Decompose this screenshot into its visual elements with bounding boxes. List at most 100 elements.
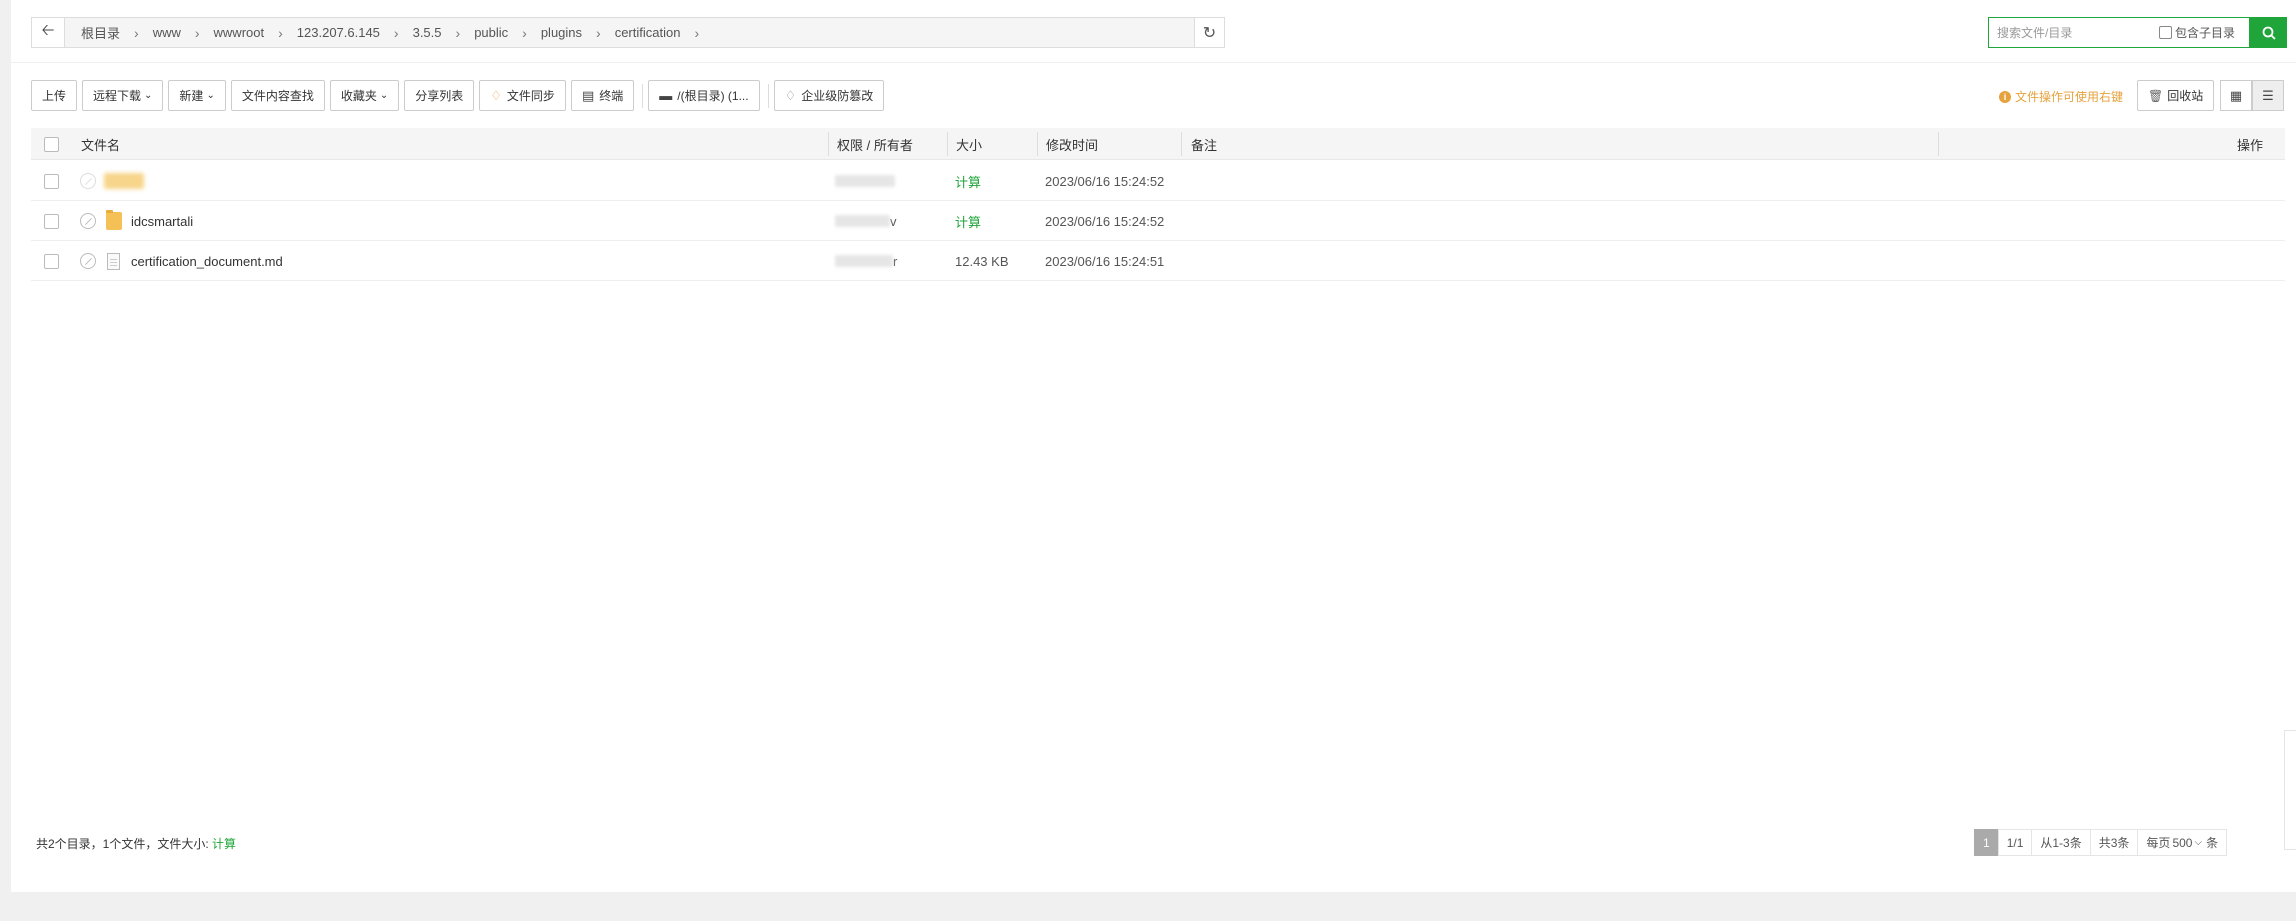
refresh-button[interactable]: ↻ [1194, 18, 1224, 47]
breadcrumb-label[interactable]: plugins [537, 25, 586, 40]
breadcrumb-item[interactable]: wwwroot › [210, 25, 293, 41]
breadcrumb-label[interactable]: certification [611, 25, 685, 40]
size-calc-link[interactable]: 计算 [955, 212, 981, 231]
page-current[interactable]: 1 [1974, 829, 1998, 856]
col-name[interactable]: 文件名 [81, 128, 120, 160]
breadcrumb-label[interactable]: wwwroot [210, 25, 269, 40]
disk-label: /(根目录) (1... [677, 89, 749, 103]
select-all-cell [44, 128, 59, 160]
search-button[interactable] [2250, 17, 2287, 48]
calc-total-link[interactable]: 计算 [212, 837, 236, 851]
share-list-button[interactable]: 分享列表 [404, 80, 475, 111]
upload-label: 上传 [42, 89, 67, 103]
breadcrumb-item[interactable]: plugins › [537, 25, 611, 41]
search-icon [2262, 26, 2276, 40]
tamper-protect-button[interactable]: ♢ 企业级防篡改 [773, 80, 885, 111]
perm-text: r [893, 253, 898, 269]
breadcrumb-item[interactable]: www › [149, 25, 210, 41]
new-button[interactable]: 新建 ⌄ [168, 80, 226, 111]
icon-cell [107, 241, 120, 281]
disk-button[interactable]: ▬ /(根目录) (1... [648, 80, 760, 111]
perm-cell[interactable]: r [835, 241, 897, 281]
mtime-text: 2023/06/16 15:24:51 [1045, 253, 1165, 269]
recycle-bin-button[interactable]: 🗑 回收站 [2137, 80, 2215, 111]
breadcrumb-label[interactable]: public [470, 25, 512, 40]
terminal-button[interactable]: ▤ 终端 [570, 80, 635, 111]
size-cell[interactable]: 计算 [955, 161, 981, 201]
side-handle[interactable] [2284, 730, 2296, 850]
col-divider [1037, 132, 1038, 156]
breadcrumb-item[interactable]: 根目录 › [77, 23, 149, 42]
per-page-value[interactable]: 500 [2172, 836, 2192, 850]
col-size[interactable]: 大小 [956, 128, 982, 160]
name-cell[interactable] [104, 161, 144, 201]
breadcrumb-label[interactable]: 123.207.6.145 [293, 25, 384, 40]
table-row[interactable]: idcsmartali v 计算 2023/06/16 15:24:52 [31, 201, 2285, 241]
content-search-label: 文件内容查找 [241, 89, 314, 103]
col-perm[interactable]: 权限 / 所有者 [837, 128, 913, 160]
size-text: 12.43 KB [955, 253, 1009, 269]
breadcrumb-label[interactable]: 3.5.5 [409, 25, 446, 40]
chevron-right-icon: › [596, 24, 601, 41]
lock-cell [80, 201, 96, 241]
search-input[interactable] [1989, 18, 2149, 47]
file-name[interactable]: certification_document.md [131, 254, 283, 269]
table-row[interactable]: 计算 2023/06/16 15:24:52 [31, 161, 2285, 201]
favorites-button[interactable]: 收藏夹 ⌄ [329, 80, 400, 111]
folder-icon [106, 210, 122, 230]
size-cell[interactable]: 计算 [955, 201, 981, 241]
chevron-right-icon: › [455, 24, 461, 41]
breadcrumb-item[interactable]: 123.207.6.145 › [293, 25, 409, 41]
toolbar-divider [767, 83, 769, 108]
row-checkbox[interactable] [44, 173, 59, 189]
breadcrumb-label[interactable]: www [149, 25, 185, 40]
breadcrumb-item[interactable]: certification › [611, 25, 709, 41]
perm-cell[interactable] [835, 161, 895, 201]
perm-cell[interactable]: v [835, 201, 897, 241]
right-click-tip: i 文件操作可使用右键 [1999, 88, 2123, 105]
upload-button[interactable]: 上传 [31, 80, 78, 111]
row-checkbox[interactable] [44, 213, 59, 229]
per-page-select[interactable]: 每页 500 ⌵ 条 [2137, 829, 2228, 856]
content-search-button[interactable]: 文件内容查找 [230, 80, 325, 111]
chevron-down-icon: ⌵ [2194, 837, 2203, 848]
grid-view-button[interactable]: ▦ [2220, 80, 2252, 111]
back-button[interactable]: 🡠 [32, 18, 65, 47]
redacted-owner [835, 255, 893, 267]
remote-download-label: 远程下载 [93, 89, 142, 103]
favorites-label: 收藏夹 [340, 89, 377, 103]
lock-icon[interactable] [80, 253, 96, 269]
name-cell[interactable]: idcsmartali [131, 201, 193, 241]
size-calc-link[interactable]: 计算 [955, 172, 981, 191]
lock-icon[interactable] [80, 173, 96, 189]
summary-text: 共2个目录，1个文件，文件大小: [36, 837, 209, 851]
breadcrumb-item[interactable]: public › [470, 25, 537, 41]
file-sync-label: 文件同步 [506, 89, 555, 103]
name-cell[interactable]: certification_document.md [131, 241, 283, 281]
terminal-label: 终端 [599, 89, 624, 103]
remote-download-button[interactable]: 远程下载 ⌄ [82, 80, 164, 111]
col-size-label: 大小 [956, 137, 983, 153]
list-view-button[interactable]: ☰ [2252, 80, 2284, 111]
breadcrumb-item[interactable]: 3.5.5 › [409, 25, 471, 41]
file-sync-button[interactable]: ♢ 文件同步 [479, 80, 566, 111]
chevron-right-icon: › [522, 24, 527, 41]
include-subdir-checkbox[interactable]: 包含子目录 [2159, 24, 2235, 41]
col-note-label: 备注 [1191, 137, 1218, 153]
table-row[interactable]: certification_document.md r 12.43 KB 202… [31, 241, 2285, 281]
toolbar: 上传 远程下载 ⌄ 新建 ⌄ 文件内容查找 收藏夹 ⌄ 分享列表 ♢ 文件同步 ▤ 终端 … [31, 80, 889, 111]
row-checkbox[interactable] [44, 253, 59, 269]
select-all-checkbox[interactable] [44, 136, 59, 152]
col-divider [1181, 132, 1182, 156]
breadcrumb-label[interactable]: 根目录 [77, 23, 124, 42]
tip-text: 文件操作可使用右键 [2015, 90, 2124, 104]
file-name[interactable]: idcsmartali [131, 214, 193, 229]
lock-icon[interactable] [80, 213, 96, 229]
diamond-icon: ♢ [490, 87, 502, 103]
col-divider [828, 132, 829, 156]
checkbox-box[interactable] [2159, 26, 2172, 39]
col-mtime[interactable]: 修改时间 [1046, 128, 1098, 160]
chevron-down-icon: ⌄ [144, 90, 153, 101]
diamond-icon: ♢ [784, 87, 797, 103]
new-label: 新建 [179, 89, 204, 103]
